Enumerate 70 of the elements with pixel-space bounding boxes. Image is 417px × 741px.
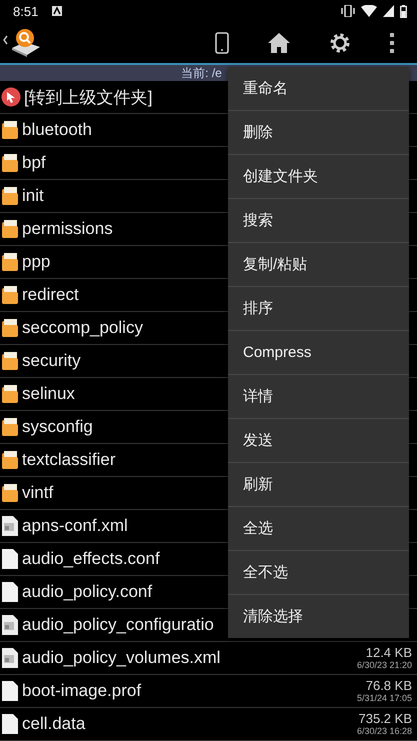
file-name: [转到上级文件夹]: [24, 86, 152, 108]
folder-icon: [1, 252, 19, 272]
phone-icon[interactable]: [215, 32, 229, 54]
file-date: 6/30/23 21:20: [356, 660, 412, 670]
menu-item[interactable]: 详情: [228, 375, 409, 419]
file-name: audio_policy_volumes.xml: [22, 648, 220, 668]
file-name: init: [22, 186, 44, 206]
file-name: boot-image.prof: [22, 681, 142, 701]
file-name: permissions: [22, 219, 113, 239]
file-name: textclassifier: [22, 450, 116, 470]
battery-icon: [400, 4, 407, 18]
file-name: redirect: [22, 285, 79, 305]
menu-item[interactable]: 排序: [228, 287, 409, 331]
menu-item[interactable]: 全不选: [228, 551, 409, 595]
file-name: audio_policy.conf: [22, 582, 152, 602]
folder-icon: [1, 285, 19, 305]
folder-icon: [1, 219, 19, 239]
app-logo-icon[interactable]: [3, 28, 41, 58]
settings-icon[interactable]: [329, 32, 351, 54]
folder-icon: [1, 186, 19, 206]
file-name: security: [22, 351, 81, 371]
notification-icon: [52, 6, 62, 16]
vibrate-icon: [341, 5, 355, 17]
document-icon: [1, 614, 19, 636]
document-icon: [1, 647, 19, 669]
file-name: cell.data: [22, 714, 86, 734]
file-name: audio_policy_configuratio: [22, 615, 214, 635]
current-path: 当前: /e: [181, 64, 222, 82]
menu-item[interactable]: 复制/粘贴: [228, 243, 409, 287]
more-menu-icon[interactable]: [389, 32, 395, 54]
signal-icon: [383, 5, 394, 17]
file-size: 12.4 KB: [366, 646, 412, 660]
file-name: audio_effects.conf: [22, 549, 160, 569]
file-size: 76.8 KB: [366, 679, 412, 693]
menu-item[interactable]: 搜索: [228, 199, 409, 243]
home-icon[interactable]: [267, 32, 291, 54]
file-date: 5/31/24 17:05: [356, 693, 412, 703]
menu-item[interactable]: 重命名: [228, 67, 409, 111]
file-name: apns-conf.xml: [22, 516, 128, 536]
wifi-icon: [361, 5, 377, 17]
file-name: selinux: [22, 384, 75, 404]
file-name: sysconfig: [22, 417, 93, 437]
folder-icon: [1, 417, 19, 437]
file-icon: [1, 713, 19, 735]
menu-item[interactable]: 发送: [228, 419, 409, 463]
file-date: 6/30/23 16:28: [356, 726, 412, 736]
menu-item[interactable]: 创建文件夹: [228, 155, 409, 199]
file-icon: [1, 680, 19, 702]
menu-item[interactable]: 清除选择: [228, 595, 409, 638]
file-name: bluetooth: [22, 120, 92, 140]
file-size: 735.2 KB: [358, 712, 412, 726]
file-icon: [1, 581, 19, 603]
menu-item[interactable]: Compress: [228, 331, 409, 375]
file-icon: [1, 548, 19, 570]
folder-icon: [1, 351, 19, 371]
folder-icon: [1, 483, 19, 503]
file-name: bpf: [22, 153, 46, 173]
status-time: 8:51: [13, 4, 38, 18]
file-name: ppp: [22, 252, 50, 272]
folder-icon: [1, 384, 19, 404]
folder-icon: [1, 450, 19, 470]
file-name: seccomp_policy: [22, 318, 143, 338]
folder-icon: [1, 318, 19, 338]
folder-icon: [1, 153, 19, 173]
menu-item[interactable]: 全选: [228, 507, 409, 551]
menu-item[interactable]: 刷新: [228, 463, 409, 507]
folder-icon: [1, 120, 19, 140]
file-name: vintf: [22, 483, 54, 503]
menu-item[interactable]: 删除: [228, 111, 409, 155]
document-icon: [1, 515, 19, 537]
